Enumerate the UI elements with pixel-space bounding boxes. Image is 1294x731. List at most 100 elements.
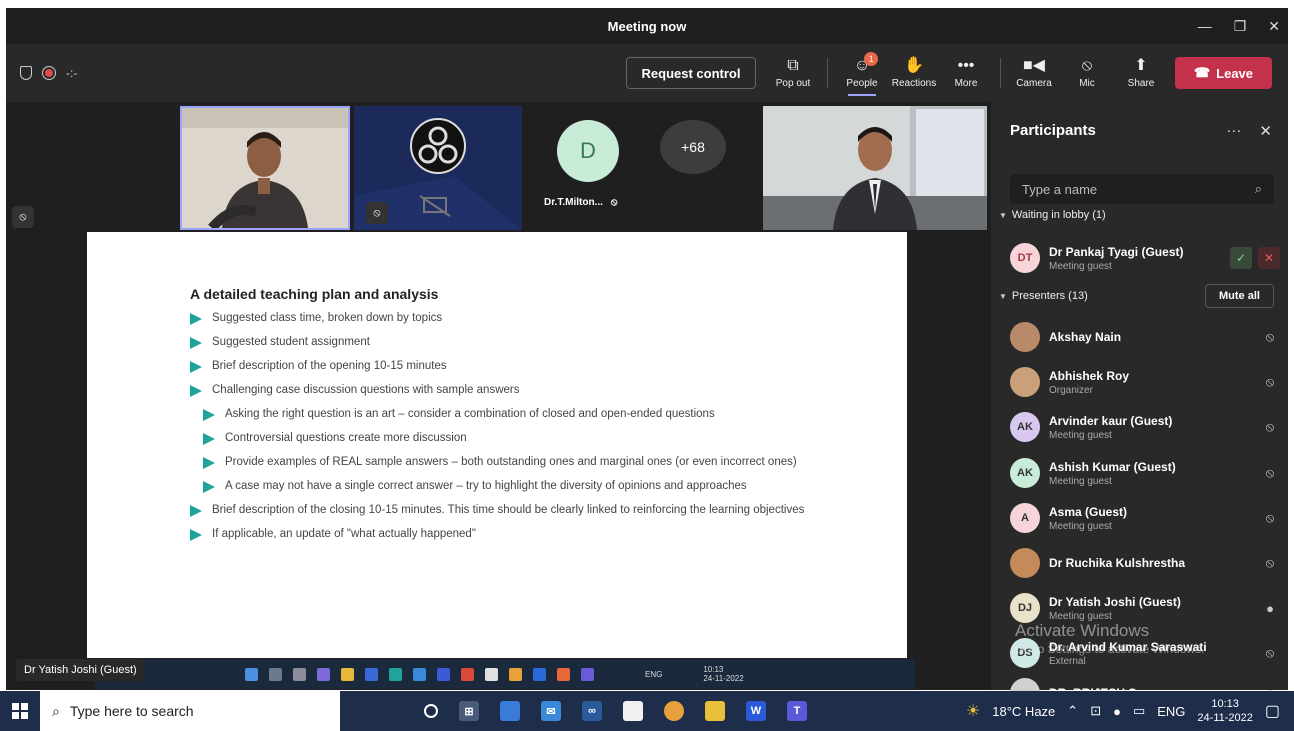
more-label: More [954,78,978,89]
lobby-person[interactable]: DT Dr Pankaj Tyagi (Guest) Meeting guest… [1010,240,1280,276]
deny-icon[interactable]: ✕ [1258,247,1280,269]
presenters-section-header[interactable]: ▼ Presenters (13) [999,290,1088,302]
lobby-section-header[interactable]: ▼ Waiting in lobby (1) [999,209,1106,221]
person-role: External [1049,655,1086,667]
person-name: Akshay Nain [1049,330,1122,344]
mic-off-icon[interactable]: ⦸ [1260,510,1280,526]
presenter-row[interactable]: Dr Ruchika Kulshrestha ⦸ [1010,545,1280,581]
overflow-tile[interactable]: +68 [650,106,760,230]
presenter-row[interactable]: AK Ashish Kumar (Guest) Meeting guest ⦸ [1010,455,1280,491]
chevron-down-icon: ▼ [999,291,1007,301]
toolbar-left: -:- [6,66,77,80]
camera-label: Camera [1016,78,1052,89]
presenter-row[interactable]: A Asma (Guest) Meeting guest ⦸ [1010,500,1280,536]
admit-icon[interactable]: ✓ [1230,247,1252,269]
shared-time: 10:13 [703,665,724,674]
app-icon [317,667,330,681]
mic-off-icon[interactable]: ⦸ [1260,329,1280,345]
word-icon[interactable]: W [746,701,766,721]
reactions-button[interactable]: ✋ Reactions [890,50,938,96]
pop-out-label: Pop out [775,78,811,89]
reactions-label: Reactions [891,78,937,89]
word-icon [533,667,546,681]
meeting-toolbar: -:- Request control ⧉ Pop out ☺ 1 People … [6,44,1288,102]
search-icon: ⌕ [1254,181,1262,196]
camera-button[interactable]: ■◀ Camera [1014,50,1054,96]
person-text: Dr. Arvind Kumar Saraswati External [1049,640,1260,667]
avatar: AK [1010,458,1040,488]
presenter-row[interactable]: AK Arvinder kaur (Guest) Meeting guest ⦸ [1010,409,1280,445]
participant-search-input[interactable]: Type a name ⌕ [1010,174,1274,204]
mute-all-button[interactable]: Mute all [1205,284,1274,308]
mic-icon[interactable]: ● [1113,704,1121,719]
title-bar-inner: Meeting now — ❐ ✕ [6,8,1288,44]
chrome-icon[interactable] [664,701,684,721]
slide-bullet: Brief description of the closing 10-15 m… [190,504,810,517]
leave-button[interactable]: ☎ Leave [1175,57,1272,89]
network-icon[interactable]: ⊡ [1090,703,1101,719]
close-panel-icon[interactable]: ✕ [1259,122,1272,140]
video-tile-named[interactable]: D Dr.T.Milton... ⦸ [526,106,646,230]
pop-out-button[interactable]: ⧉ Pop out [773,50,813,96]
video-tile-obs[interactable]: ⦸ [354,106,522,230]
avatar: AK [1010,412,1040,442]
slide-sub-bullet: Controversial questions create more disc… [203,432,810,445]
share-button[interactable]: ⬆ Share [1124,50,1158,96]
maximize-icon[interactable]: ❐ [1234,18,1247,35]
request-control-button[interactable]: Request control [626,57,756,89]
cortana-icon[interactable] [424,704,438,718]
shared-slide: A detailed teaching plan and analysis Su… [87,232,907,658]
mic-on-icon[interactable]: ● [1260,601,1280,616]
more-button[interactable]: ••• More [948,50,984,96]
video-tile-presenter2[interactable] [763,106,987,230]
app-icon[interactable]: ∞ [582,701,602,721]
overflow-count: +68 [660,120,726,174]
store-icon[interactable] [500,701,520,721]
tile-name: Dr.T.Milton... ⦸ [544,197,617,208]
slide-bullet: Suggested student assignment [190,336,810,349]
mic-off-icon[interactable]: ⦸ [1260,374,1280,390]
panel-controls: ··· ✕ [1226,122,1272,140]
presenter-row[interactable]: DJ Dr Yatish Joshi (Guest) Meeting guest ● [1010,590,1280,626]
video-tile-speaker[interactable] [180,106,350,230]
chevron-up-icon[interactable]: ⌃ [1067,703,1078,719]
mail-icon[interactable]: ✉ [541,701,561,721]
slide-bullet: Brief description of the opening 10-15 m… [190,360,810,373]
meeting-stage: ⦸ ⦸ D Dr.T.Milton... ⦸ +68 A detailed te… [6,102,991,690]
minimize-icon[interactable]: — [1198,18,1212,34]
presenter-row[interactable]: Abhishek Roy Organizer ⦸ [1010,364,1280,400]
notification-icon[interactable]: ▢ [1265,701,1280,721]
person-role: Organizer [1049,384,1093,396]
language-label[interactable]: ENG [1157,704,1185,719]
camera-icon: ■◀ [1023,57,1045,74]
person-role: Meeting guest [1049,429,1112,441]
monitor-icon[interactable]: ▭ [1133,703,1145,719]
file-icon[interactable] [623,701,643,721]
mic-off-icon[interactable]: ⦸ [1260,465,1280,481]
mic-off-icon[interactable]: ⦸ [1260,645,1280,661]
person-name: Dr Ruchika Kulshrestha [1049,556,1186,570]
mic-off-icon[interactable]: ⦸ [1260,419,1280,435]
office-icon [461,667,474,681]
task-view-icon[interactable]: ⊞ [459,701,479,721]
more-options-icon[interactable]: ··· [1226,122,1241,140]
weather-label[interactable]: 18°C Haze [992,704,1055,719]
slide-title: A detailed teaching plan and analysis [190,286,439,302]
slide-bullets: Suggested class time, broken down by top… [190,312,810,552]
teams-icon[interactable]: T [787,701,807,721]
search-icon: ⌕ [52,702,60,719]
presenter-row[interactable]: Akshay Nain ⦸ [1010,319,1280,355]
presenter-row[interactable]: DS Dr. Arvind Kumar Saraswati External ⦸ [1010,635,1280,671]
taskbar-search-input[interactable]: ⌕ Type here to search [40,691,340,731]
mic-off-icon[interactable]: ⦸ [1260,555,1280,571]
clock[interactable]: 10:13 24-11-2022 [1197,697,1252,725]
start-button[interactable] [0,691,40,731]
file-explorer-icon[interactable] [705,701,725,721]
person-video-icon [182,108,348,228]
people-button[interactable]: ☺ 1 People [842,50,882,96]
presenters-header-label: Presenters (13) [1011,290,1088,302]
title-bar: Meeting now — ❐ ✕ [0,0,1294,44]
toolbar-divider [1000,58,1001,88]
close-icon[interactable]: ✕ [1268,18,1280,35]
mic-button[interactable]: ⦸ Mic [1072,50,1102,96]
